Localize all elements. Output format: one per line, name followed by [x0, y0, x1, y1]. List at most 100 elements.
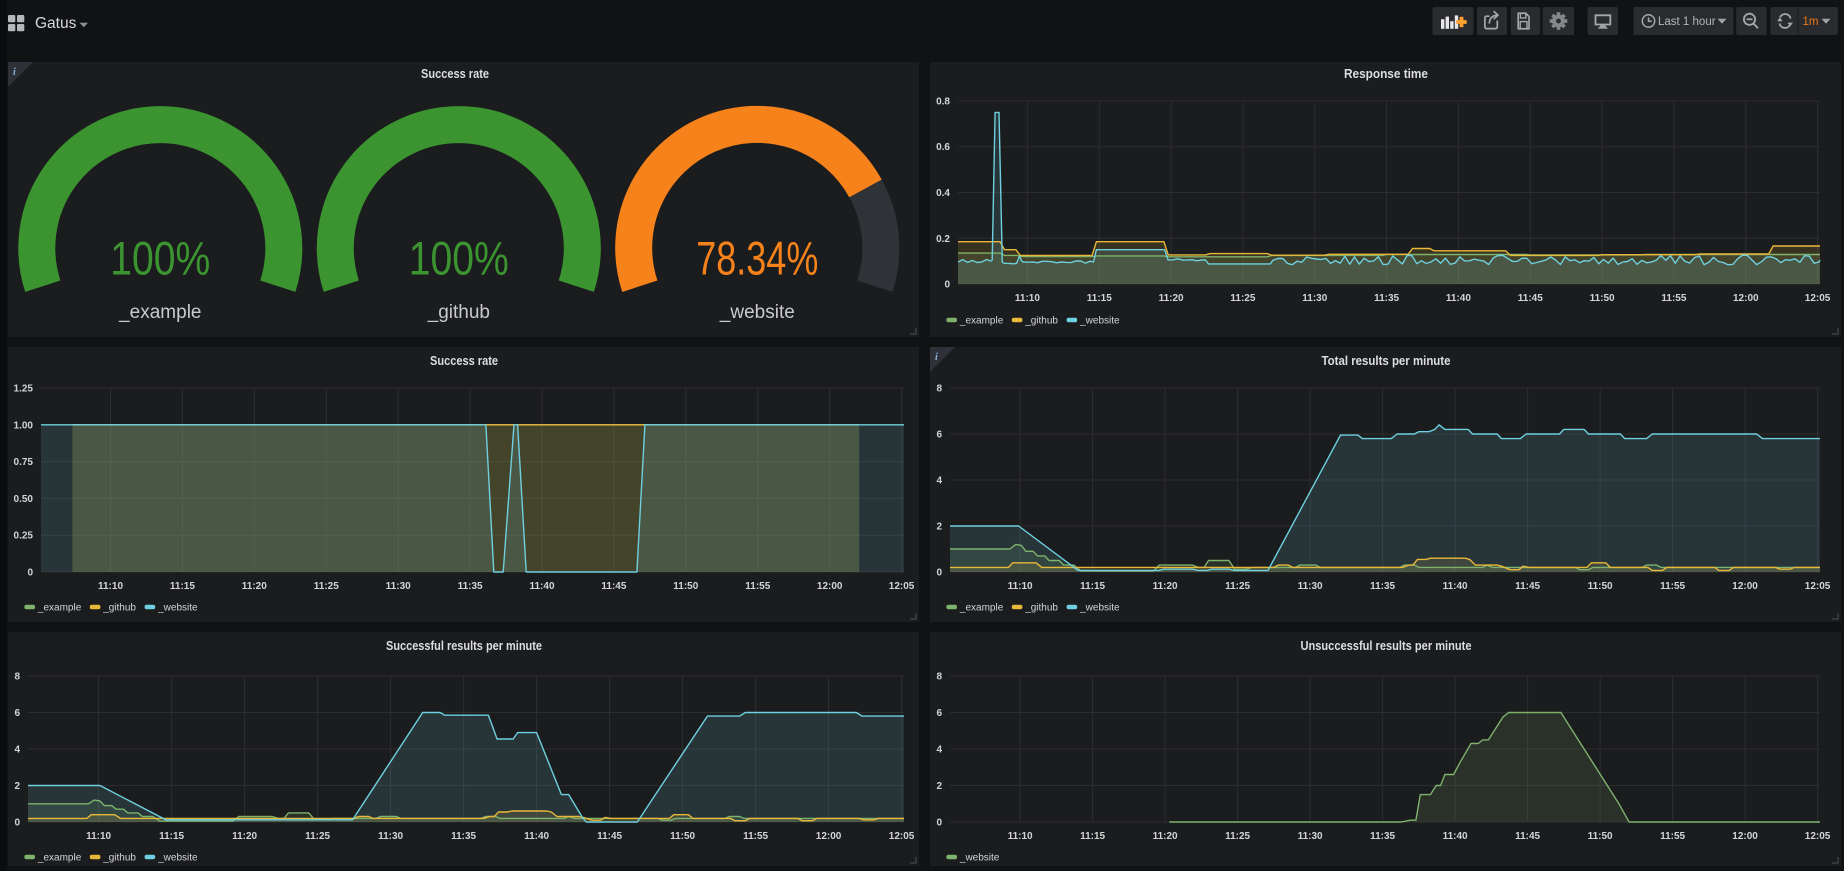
- svg-text:12:05: 12:05: [1805, 581, 1831, 592]
- svg-text:0: 0: [14, 818, 20, 829]
- svg-text:11:30: 11:30: [1298, 831, 1323, 842]
- svg-text:_example: _example: [959, 603, 1004, 614]
- svg-text:11:15: 11:15: [1087, 293, 1112, 304]
- svg-text:_website: _website: [719, 302, 795, 323]
- svg-text:_github: _github: [102, 603, 136, 614]
- svg-text:11:20: 11:20: [242, 581, 267, 592]
- svg-text:0.2: 0.2: [936, 234, 950, 245]
- svg-text:11:30: 11:30: [378, 831, 403, 842]
- svg-text:Total results per minute: Total results per minute: [1322, 353, 1451, 368]
- svg-text:11:35: 11:35: [458, 581, 483, 592]
- svg-text:11:15: 11:15: [1080, 831, 1105, 842]
- svg-text:0.8: 0.8: [936, 97, 950, 108]
- svg-text:12:05: 12:05: [889, 581, 915, 592]
- svg-text:11:40: 11:40: [524, 831, 549, 842]
- svg-text:Response time: Response time: [1344, 66, 1428, 81]
- svg-text:11:45: 11:45: [1515, 581, 1540, 592]
- svg-text:_github: _github: [1024, 603, 1058, 614]
- svg-text:12:00: 12:00: [817, 581, 843, 592]
- svg-text:11:20: 11:20: [1153, 831, 1178, 842]
- svg-text:12:00: 12:00: [1732, 581, 1758, 592]
- svg-text:_example: _example: [37, 853, 82, 864]
- svg-text:11:10: 11:10: [98, 581, 123, 592]
- svg-text:11:20: 11:20: [1153, 581, 1178, 592]
- svg-text:11:15: 11:15: [170, 581, 195, 592]
- svg-text:12:00: 12:00: [816, 831, 842, 842]
- svg-text:12:05: 12:05: [1805, 831, 1831, 842]
- svg-text:11:55: 11:55: [743, 831, 768, 842]
- svg-text:0.4: 0.4: [936, 188, 950, 199]
- svg-text:11:35: 11:35: [1370, 831, 1395, 842]
- svg-text:11:50: 11:50: [1590, 293, 1615, 304]
- svg-text:0: 0: [944, 280, 950, 291]
- svg-text:11:20: 11:20: [232, 831, 257, 842]
- svg-text:11:20: 11:20: [1159, 293, 1184, 304]
- svg-text:0.25: 0.25: [14, 531, 34, 542]
- svg-text:12:00: 12:00: [1732, 831, 1758, 842]
- svg-text:11:10: 11:10: [1008, 581, 1033, 592]
- svg-text:_example: _example: [37, 603, 82, 614]
- svg-text:11:45: 11:45: [597, 831, 622, 842]
- svg-text:11:55: 11:55: [1660, 831, 1685, 842]
- svg-text:2: 2: [14, 781, 20, 792]
- svg-text:11:25: 11:25: [1225, 831, 1250, 842]
- svg-text:11:30: 11:30: [1298, 581, 1323, 592]
- svg-text:100%: 100%: [110, 232, 210, 285]
- svg-text:4: 4: [936, 476, 942, 487]
- svg-text:0: 0: [936, 818, 942, 829]
- svg-text:_website: _website: [157, 603, 198, 614]
- svg-text:0.6: 0.6: [936, 142, 950, 153]
- svg-text:Gatus: Gatus: [35, 15, 77, 32]
- svg-text:0.75: 0.75: [14, 457, 34, 468]
- svg-text:6: 6: [14, 708, 20, 719]
- svg-text:_github: _github: [1024, 316, 1058, 327]
- svg-text:_example: _example: [959, 316, 1004, 327]
- svg-text:11:30: 11:30: [1302, 293, 1327, 304]
- svg-text:100%: 100%: [409, 232, 509, 285]
- svg-text:11:15: 11:15: [159, 831, 184, 842]
- svg-text:6: 6: [936, 430, 942, 441]
- svg-text:11:25: 11:25: [305, 831, 330, 842]
- svg-text:0: 0: [936, 568, 942, 579]
- svg-text:11:40: 11:40: [1446, 293, 1471, 304]
- svg-text:8: 8: [936, 384, 942, 395]
- svg-text:11:50: 11:50: [673, 581, 698, 592]
- svg-text:_website: _website: [1079, 603, 1120, 614]
- svg-text:11:35: 11:35: [1370, 581, 1395, 592]
- svg-text:11:35: 11:35: [451, 831, 476, 842]
- svg-text:Success rate: Success rate: [430, 353, 498, 368]
- svg-text:_website: _website: [1079, 316, 1120, 327]
- svg-text:0: 0: [27, 568, 33, 579]
- svg-text:i: i: [935, 352, 938, 363]
- svg-text:11:45: 11:45: [1518, 293, 1543, 304]
- svg-text:_website: _website: [959, 853, 1000, 864]
- svg-text:11:30: 11:30: [386, 581, 411, 592]
- svg-text:11:50: 11:50: [670, 831, 695, 842]
- svg-text:11:10: 11:10: [1008, 831, 1033, 842]
- svg-text:4: 4: [936, 745, 942, 756]
- svg-text:11:25: 11:25: [1225, 581, 1250, 592]
- svg-text:12:00: 12:00: [1733, 293, 1759, 304]
- svg-text:11:55: 11:55: [745, 581, 770, 592]
- svg-text:11:40: 11:40: [1443, 831, 1468, 842]
- svg-text:11:50: 11:50: [1588, 581, 1613, 592]
- svg-text:11:10: 11:10: [86, 831, 111, 842]
- svg-text:11:35: 11:35: [1374, 293, 1399, 304]
- svg-text:i: i: [13, 67, 16, 78]
- svg-text:Success rate: Success rate: [421, 66, 489, 81]
- svg-text:11:55: 11:55: [1660, 581, 1685, 592]
- svg-text:_example: _example: [118, 302, 201, 323]
- svg-text:11:15: 11:15: [1080, 581, 1105, 592]
- svg-text:1.25: 1.25: [14, 384, 34, 395]
- svg-text:0.50: 0.50: [14, 494, 34, 505]
- svg-text:11:40: 11:40: [529, 581, 554, 592]
- svg-text:11:45: 11:45: [1515, 831, 1540, 842]
- svg-text:_github: _github: [102, 853, 136, 864]
- svg-text:8: 8: [14, 672, 20, 683]
- svg-text:11:45: 11:45: [601, 581, 626, 592]
- svg-text:11:40: 11:40: [1443, 581, 1468, 592]
- svg-text:11:25: 11:25: [1230, 293, 1255, 304]
- svg-text:_github: _github: [427, 302, 490, 323]
- svg-text:12:05: 12:05: [889, 831, 915, 842]
- svg-text:Last 1 hour: Last 1 hour: [1658, 16, 1716, 28]
